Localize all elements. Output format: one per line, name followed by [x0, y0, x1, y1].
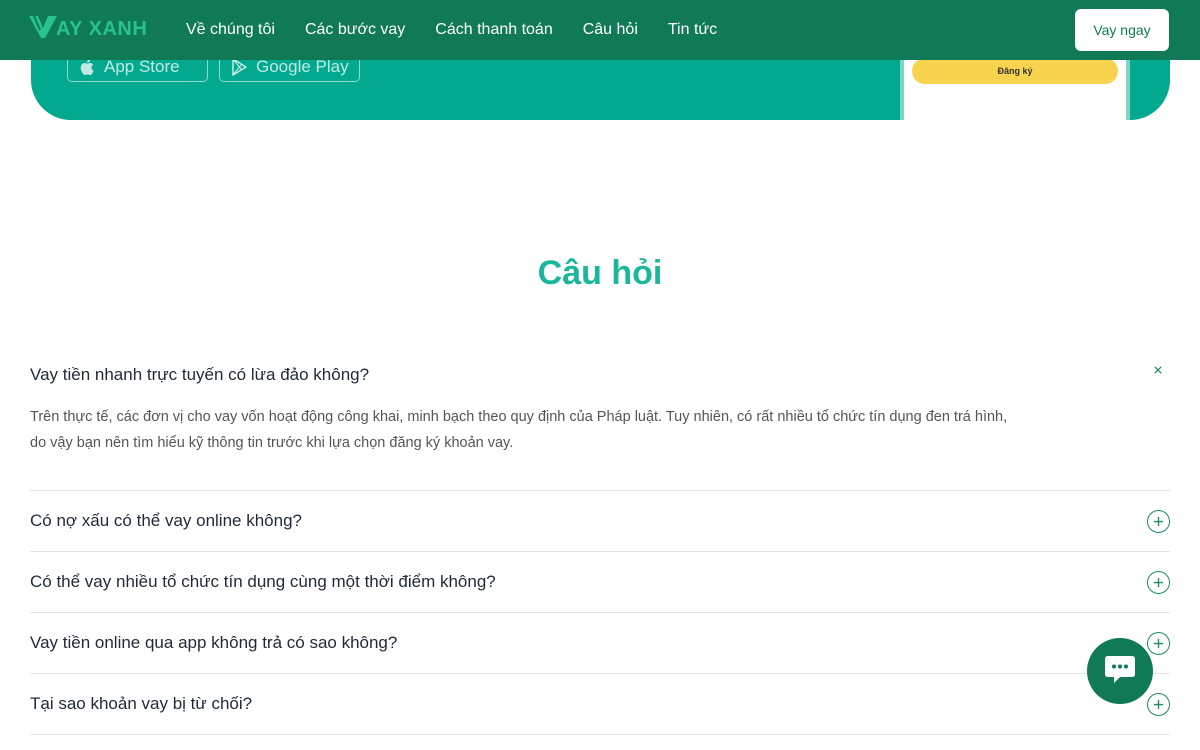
nav-item-faq[interactable]: Câu hỏi [583, 21, 638, 39]
apply-now-button[interactable]: Vay ngay [1075, 9, 1169, 51]
close-icon[interactable] [1152, 364, 1164, 376]
logo-v-icon [28, 14, 58, 45]
faq-answer: Trên thực tế, các đơn vị cho vay vốn hoạ… [30, 402, 1170, 490]
plus-circle-icon[interactable] [1147, 632, 1170, 655]
nav-item-loan-steps[interactable]: Các bước vay [305, 21, 405, 39]
faq-item: Tại sao khoản vay bị từ chối? [30, 674, 1170, 735]
faq-question[interactable]: Tại sao khoản vay bị từ chối? [30, 674, 1170, 734]
faq-item: Vay tiền nhanh trực tuyến có lừa đảo khô… [30, 348, 1170, 491]
faq-question[interactable]: Vay tiền nhanh trực tuyến có lừa đảo khô… [30, 348, 1170, 402]
faq-answer-line: do vậy bạn nên tìm hiểu kỹ thông tin trư… [30, 435, 514, 451]
faq-item: Vay tiền online qua app không trả có sao… [30, 613, 1170, 674]
main-nav: Về chúng tôi Các bước vay Cách thanh toá… [186, 0, 747, 60]
faq-item: Có nợ xấu có thể vay online không? [30, 491, 1170, 552]
apple-icon [78, 57, 98, 77]
plus-circle-icon[interactable] [1147, 693, 1170, 716]
app-store-label: App Store [104, 57, 180, 76]
faq-list: Vay tiền nhanh trực tuyến có lừa đảo khô… [30, 348, 1170, 735]
logo[interactable]: AY XANH [28, 12, 147, 46]
nav-item-about[interactable]: Về chúng tôi [186, 21, 275, 39]
phone-register-button: Đăng ký [912, 58, 1118, 84]
faq-answer-line: Trên thực tế, các đơn vị cho vay vốn hoạ… [30, 409, 1008, 425]
faq-question[interactable]: Vay tiền online qua app không trả có sao… [30, 613, 1170, 673]
plus-circle-icon[interactable] [1147, 510, 1170, 533]
plus-circle-icon[interactable] [1147, 571, 1170, 594]
nav-item-news[interactable]: Tin tức [668, 21, 717, 39]
nav-item-payment[interactable]: Cách thanh toán [435, 21, 552, 39]
chat-button[interactable] [1087, 638, 1153, 704]
google-play-label: Google Play [256, 57, 349, 76]
faq-question[interactable]: Có nợ xấu có thể vay online không? [30, 491, 1170, 551]
logo-text: AY XANH [56, 17, 148, 40]
faq-title: Câu hỏi [537, 254, 663, 292]
chat-bubble-icon [1103, 653, 1137, 690]
faq-item: Có thể vay nhiều tổ chức tín dụng cùng m… [30, 552, 1170, 613]
google-play-icon [230, 57, 250, 77]
top-navbar: AY XANH Về chúng tôi Các bước vay Cách t… [0, 0, 1200, 60]
faq-question[interactable]: Có thể vay nhiều tổ chức tín dụng cùng m… [30, 552, 1170, 612]
